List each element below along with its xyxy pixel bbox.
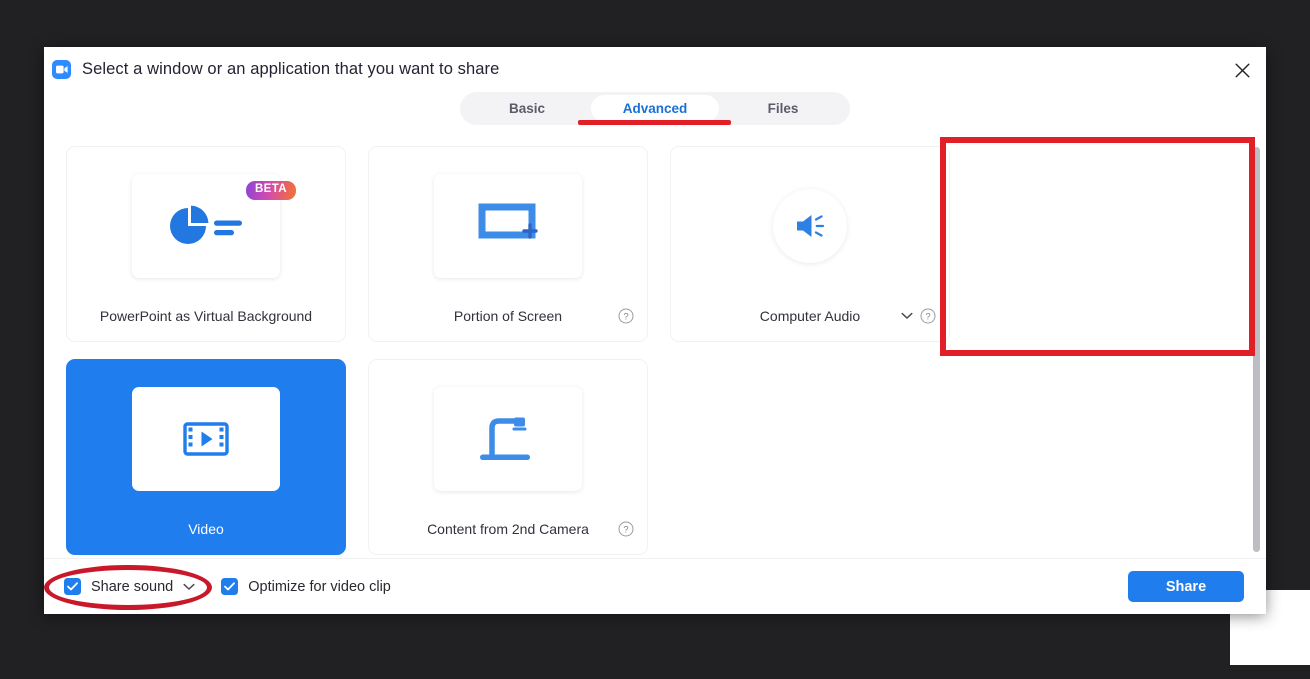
share-option-label: Content from 2nd Camera [427,521,589,537]
card-label-row: Portion of Screen ? [369,291,647,341]
card-label-row: PowerPoint as Virtual Background [67,291,345,341]
optimize-video-checkbox[interactable] [221,578,239,595]
share-options-grid-area: BETA PowerPoint as Virtual Background Po… [44,133,1266,598]
tab-files[interactable]: Files [719,95,847,122]
chevron-down-icon[interactable] [901,312,913,320]
share-option-powerpoint-virtual-background[interactable]: BETA PowerPoint as Virtual Background [66,146,346,342]
portion-of-screen-thumbnail [434,174,582,278]
dialog-footer: Share sound Optimize for video clip Shar… [44,558,1266,614]
share-option-label: Video [188,521,224,537]
svg-text:?: ? [623,525,628,536]
optimize-video-label[interactable]: Optimize for video clip [248,579,391,595]
share-option-portion-of-screen[interactable]: Portion of Screen ? [368,146,648,342]
share-sound-label[interactable]: Share sound [91,579,173,595]
share-button[interactable]: Share [1128,571,1244,602]
screen-region-crosshair-icon [478,203,538,239]
film-strip-play-icon [183,422,229,456]
share-sound-group: Share sound [64,578,195,595]
share-sound-checkbox[interactable] [64,578,81,595]
second-camera-thumbnail [434,387,582,491]
powerpoint-thumbnail: BETA [132,174,296,278]
card-label-row: Content from 2nd Camera ? [369,504,647,554]
red-underline-advanced-tab [578,120,731,125]
tab-basic[interactable]: Basic [463,95,591,122]
document-camera-icon [480,417,530,460]
close-icon[interactable] [1228,56,1256,84]
tab-bar: Basic Advanced Files [44,92,1266,133]
svg-text:?: ? [925,312,930,323]
card-label-row: Video [67,504,345,554]
audio-icon-circle [773,189,847,263]
share-options-grid: BETA PowerPoint as Virtual Background Po… [66,146,1244,555]
share-option-label: Portion of Screen [453,308,563,324]
optimize-video-group: Optimize for video clip [221,578,391,595]
share-sound-chevron-down-icon[interactable] [183,583,195,591]
share-option-computer-audio[interactable]: Computer Audio ? [670,146,950,342]
zoom-video-logo-icon [52,60,71,79]
share-screen-dialog: Select a window or an application that y… [44,47,1266,614]
share-option-video[interactable]: Video [66,359,346,555]
computer-audio-thumbnail [736,174,884,278]
scrollbar-thumb[interactable] [1253,147,1260,552]
share-option-content-from-2nd-camera[interactable]: Content from 2nd Camera ? [368,359,648,555]
svg-text:?: ? [623,312,628,323]
help-icon[interactable]: ? [618,521,634,537]
share-option-label: Computer Audio [759,308,861,324]
video-thumbnail [132,387,280,491]
help-icon[interactable]: ? [920,308,936,324]
content-scrollbar[interactable] [1253,147,1260,587]
beta-badge: BETA [245,181,296,200]
speaker-volume-icon [797,215,825,237]
screen: Select a window or an application that y… [0,0,1310,679]
dialog-title: Select a window or an application that y… [82,60,500,78]
help-icon[interactable]: ? [618,308,634,324]
pie-chart-slides-icon [170,205,242,244]
dialog-titlebar: Select a window or an application that y… [44,47,1266,92]
tab-advanced[interactable]: Advanced [591,95,719,122]
share-option-label: PowerPoint as Virtual Background [99,308,313,324]
card-label-row: Computer Audio ? [671,291,949,341]
